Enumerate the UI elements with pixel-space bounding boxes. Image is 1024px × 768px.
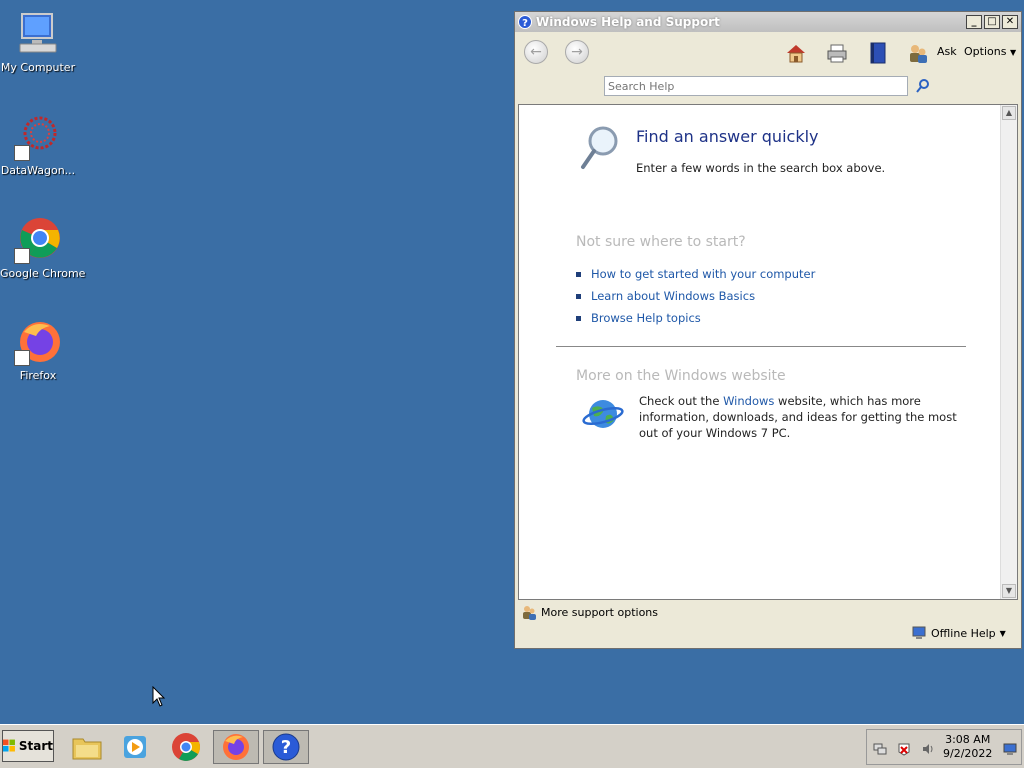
options-label: Options xyxy=(964,45,1007,58)
action-center-icon[interactable] xyxy=(897,742,911,756)
desktop-icon-firefox[interactable]: Firefox xyxy=(0,318,76,382)
offline-help-label: Offline Help xyxy=(931,626,996,640)
shortcut-arrow-icon xyxy=(14,145,30,161)
firefox-icon xyxy=(223,734,249,760)
volume-icon[interactable] xyxy=(921,742,935,756)
windows-logo-icon xyxy=(3,739,15,752)
window-title: Windows Help and Support xyxy=(536,15,720,29)
windows-website-link[interactable]: Windows xyxy=(723,394,774,408)
back-arrow-icon: ← xyxy=(530,44,542,60)
desktop-icon-chrome[interactable]: Google Chrome xyxy=(0,216,86,280)
search-icon[interactable] xyxy=(915,78,931,94)
svg-text:?: ? xyxy=(522,18,528,29)
forward-button[interactable]: → xyxy=(565,40,589,64)
link-label: Browse Help topics xyxy=(591,311,701,325)
globe-icon xyxy=(582,400,624,428)
offline-computer-icon xyxy=(912,626,926,639)
chrome-icon xyxy=(14,216,62,264)
magnifier-icon xyxy=(581,126,618,169)
tray-clock[interactable]: 3:08 AM 9/2/2022 xyxy=(943,733,992,761)
website-text: Check out the Windows website, which has… xyxy=(639,393,959,441)
shortcut-arrow-icon xyxy=(14,350,30,366)
vertical-scrollbar[interactable]: ▲ ▼ xyxy=(1000,105,1017,599)
show-desktop-icon[interactable] xyxy=(1003,742,1017,756)
bullet-icon xyxy=(576,271,581,277)
taskbar-chrome[interactable] xyxy=(163,730,209,764)
link-windows-basics[interactable]: Learn about Windows Basics xyxy=(576,285,815,307)
print-icon[interactable] xyxy=(826,42,848,64)
link-label: Learn about Windows Basics xyxy=(591,289,756,303)
divider xyxy=(556,346,966,347)
link-get-started[interactable]: How to get started with your computer xyxy=(576,263,815,285)
bullet-icon xyxy=(576,293,581,299)
window-titlebar[interactable]: ? Windows Help and Support _ □ ✕ xyxy=(515,12,1021,32)
desktop-icon-label: Firefox xyxy=(19,369,57,382)
more-support-label: More support options xyxy=(541,605,659,619)
search-input[interactable] xyxy=(604,76,908,96)
desktop-icon-datawagon[interactable]: DataWagon... xyxy=(0,113,76,177)
minimize-button[interactable]: _ xyxy=(966,15,982,29)
chevron-down-icon: ▼ xyxy=(999,628,1006,638)
svg-text:?: ? xyxy=(281,737,291,758)
taskbar-media-player[interactable] xyxy=(112,730,158,764)
datawagon-icon xyxy=(14,113,62,161)
chrome-icon xyxy=(172,733,200,761)
home-icon[interactable] xyxy=(785,42,807,64)
ask-button[interactable]: Ask xyxy=(937,45,957,58)
help-toolbar: ← → Ask Options ▼ xyxy=(515,32,1021,72)
more-support-options-button[interactable]: More support options xyxy=(521,604,658,620)
ask-icon[interactable] xyxy=(907,42,929,64)
scroll-up-icon[interactable]: ▲ xyxy=(1002,106,1016,120)
shortcut-arrow-icon xyxy=(14,248,30,264)
network-icon[interactable] xyxy=(873,742,887,756)
computer-icon xyxy=(14,10,62,58)
clock-time: 3:08 AM xyxy=(945,733,991,746)
taskbar-firefox[interactable] xyxy=(213,730,259,764)
firefox-icon xyxy=(14,318,62,366)
find-subtext: Enter a few words in the search box abov… xyxy=(636,161,886,175)
help-icon: ? xyxy=(272,733,300,761)
offline-help-button[interactable]: Offline Help ▼ xyxy=(911,626,1006,640)
desktop-icon-label: Google Chrome xyxy=(0,267,86,280)
media-player-icon xyxy=(124,736,146,758)
file-explorer-icon xyxy=(72,738,102,760)
support-people-icon xyxy=(523,606,536,620)
scroll-down-icon[interactable]: ▼ xyxy=(1002,584,1016,598)
taskbar-file-explorer[interactable] xyxy=(64,730,110,764)
bullet-icon xyxy=(576,315,581,321)
mouse-cursor-icon xyxy=(152,686,166,707)
start-button[interactable]: Start xyxy=(2,730,54,762)
desktop-icon-label: DataWagon... xyxy=(0,164,76,177)
taskbar-help-and-support[interactable]: ? xyxy=(263,730,309,764)
desktop-icon-label: My Computer xyxy=(0,61,76,74)
start-label: Start xyxy=(18,739,53,753)
help-link-list: How to get started with your computer Le… xyxy=(576,263,815,329)
chevron-down-icon: ▼ xyxy=(1009,48,1017,57)
system-tray: 3:08 AM 9/2/2022 xyxy=(866,729,1022,765)
back-button[interactable]: ← xyxy=(524,40,548,64)
clock-date: 9/2/2022 xyxy=(943,747,993,760)
taskbar: Start ? 3:08 AM 9/2/2022 xyxy=(0,724,1024,768)
website-heading: More on the Windows website xyxy=(576,368,786,384)
help-content: Find an answer quickly Enter a few words… xyxy=(518,104,1018,600)
not-sure-heading: Not sure where to start? xyxy=(576,234,746,250)
forward-arrow-icon: → xyxy=(571,44,583,60)
desktop-icon-my-computer[interactable]: My Computer xyxy=(0,10,76,74)
website-text-before: Check out the xyxy=(639,394,724,408)
options-button[interactable]: Options ▼ xyxy=(964,45,1016,58)
help-window: ? Windows Help and Support _ □ ✕ ← → Ask… xyxy=(514,11,1022,649)
link-label: How to get started with your computer xyxy=(591,267,816,281)
link-browse-help[interactable]: Browse Help topics xyxy=(576,307,815,329)
maximize-button[interactable]: □ xyxy=(984,15,1000,29)
close-button[interactable]: ✕ xyxy=(1002,15,1018,29)
search-row xyxy=(515,72,1021,102)
help-icon: ? xyxy=(518,15,532,29)
find-heading: Find an answer quickly xyxy=(636,127,819,146)
browse-help-icon[interactable] xyxy=(867,42,889,64)
